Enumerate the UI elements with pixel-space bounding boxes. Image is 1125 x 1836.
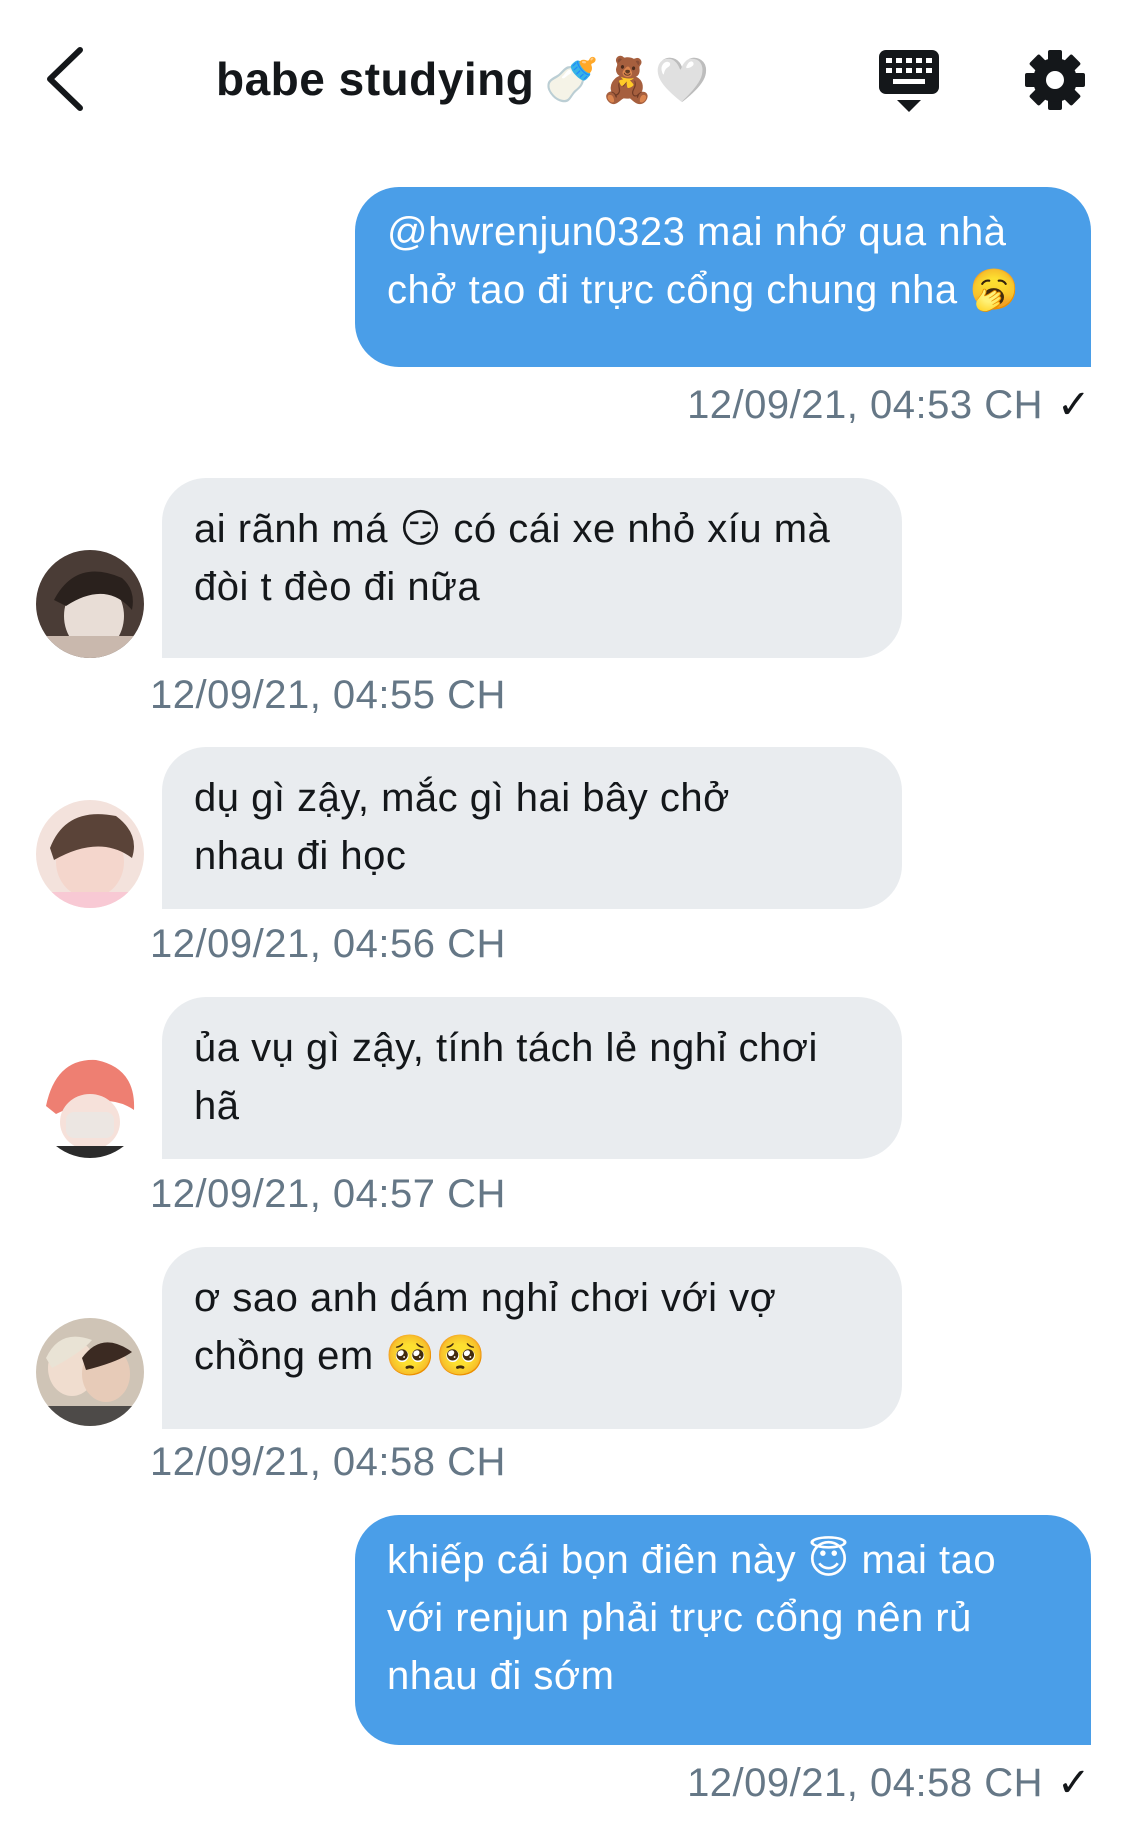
message-line: với renjun phải trực cổng nên rủ [387, 1596, 972, 1640]
message-line: đòi t đèo đi nữa [194, 565, 481, 609]
message-timestamp: 12/09/21, 04:58 CH ✓ [687, 1760, 1091, 1806]
avatar-image [36, 1050, 144, 1158]
avatar-image [36, 800, 144, 908]
conversation-title-emojis: 🍼🧸🤍 [544, 56, 711, 105]
back-button[interactable] [38, 42, 90, 116]
sent-check-icon: ✓ [1056, 383, 1091, 427]
message-line: chồng em 🥺🥺 [194, 1334, 486, 1378]
timestamp-text: 12/09/21, 04:58 CH [687, 1761, 1043, 1805]
message-timestamp: 12/09/21, 04:55 CH [150, 673, 506, 717]
message-line: ơ sao anh dám nghỉ chơi với vợ [194, 1276, 777, 1320]
avatar-image [36, 550, 144, 658]
conversation-header: babe studying 🍼🧸🤍 [0, 0, 1125, 160]
keyboard-button[interactable] [875, 48, 943, 116]
message-timestamp: 12/09/21, 04:58 CH [150, 1440, 506, 1484]
message-bubble-incoming[interactable]: dụ gì zậy, mắc gì hai bây chở nhau đi họ… [162, 747, 902, 909]
sent-check-icon: ✓ [1056, 1761, 1091, 1805]
message-line: hã [194, 1084, 240, 1128]
avatar[interactable] [36, 550, 144, 658]
avatar[interactable] [36, 800, 144, 908]
message-line: chở tao đi trực cổng chung nha 🥱 [387, 268, 1020, 312]
message-timestamp: 12/09/21, 04:57 CH [150, 1172, 506, 1216]
message-line: nhau đi sớm [387, 1654, 615, 1698]
settings-button[interactable] [1023, 48, 1087, 112]
chevron-left-icon [47, 47, 83, 111]
message-bubble-incoming[interactable]: ủa vụ gì zậy, tính tách lẻ nghỉ chơi hã [162, 997, 902, 1159]
message-timestamp: 12/09/21, 04:53 CH ✓ [687, 382, 1091, 428]
message-bubble-outgoing[interactable]: @hwrenjun0323 mai nhớ qua nhà chở tao đi… [355, 187, 1091, 367]
message-timestamp: 12/09/21, 04:56 CH [150, 922, 506, 966]
message-line: dụ gì zậy, mắc gì hai bây chở [194, 776, 730, 820]
timestamp-text: 12/09/21, 04:53 CH [687, 383, 1043, 427]
message-line: ai rãnh má 😏 có cái xe nhỏ xíu mà [194, 507, 831, 551]
message-line: ủa vụ gì zậy, tính tách lẻ nghỉ chơi [194, 1026, 818, 1070]
avatar[interactable] [36, 1050, 144, 1158]
conversation-title-text: babe studying [216, 53, 535, 105]
message-line: nhau đi học [194, 834, 407, 878]
message-line: @hwrenjun0323 mai nhớ qua nhà [387, 210, 1007, 254]
avatar[interactable] [36, 1318, 144, 1426]
gear-icon [1025, 50, 1085, 110]
keyboard-icon [879, 50, 939, 112]
avatar-image [36, 1318, 144, 1426]
message-line: khiếp cái bọn điên này 😇 mai tao [387, 1538, 997, 1582]
conversation-title[interactable]: babe studying 🍼🧸🤍 [216, 52, 710, 106]
message-bubble-incoming[interactable]: ai rãnh má 😏 có cái xe nhỏ xíu mà đòi t … [162, 478, 902, 658]
message-bubble-outgoing[interactable]: khiếp cái bọn điên này 😇 mai tao với ren… [355, 1515, 1091, 1745]
message-bubble-incoming[interactable]: ơ sao anh dám nghỉ chơi với vợ chồng em … [162, 1247, 902, 1429]
